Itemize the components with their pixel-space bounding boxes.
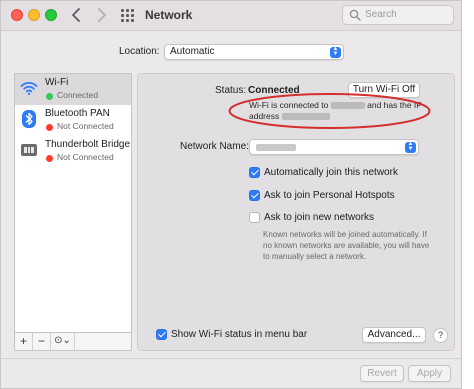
network-name-label: Network Name: [180,141,249,152]
status-dot-red [46,124,53,131]
location-popup[interactable]: Automatic ▲ ▼ [164,44,344,60]
location-label: Location: [119,46,160,57]
location-value: Automatic [170,46,215,57]
back-button[interactable] [67,5,87,25]
advanced-button[interactable]: Advanced... [362,327,426,343]
chevron-left-icon [72,8,80,22]
wifi-icon [20,82,38,95]
service-item-thunderbolt-bridge[interactable]: Thunderbolt Bridge Not Connected [15,136,131,167]
search-placeholder: Search [365,9,397,20]
service-status: Connected [57,90,99,100]
service-list-toolbar: + − ⊙⌄ [14,333,132,351]
bluetooth-icon [22,110,36,128]
window-title: Network [145,8,193,22]
remove-service-button[interactable]: − [33,333,51,350]
zoom-window-button[interactable] [45,9,57,21]
ask-hotspots-label: Ask to join Personal Hotspots [264,190,395,201]
show-all-grid-icon[interactable] [121,9,135,23]
known-networks-hint: Known networks will be joined automatica… [263,230,430,261]
service-list: Wi-Fi Connected Bluetooth PAN Not Connec… [14,73,132,333]
show-wifi-status-label: Show Wi-Fi status in menu bar [171,329,308,340]
service-name: Bluetooth PAN [45,108,110,119]
apply-button[interactable]: Apply [408,365,451,382]
status-dot-red [46,155,53,162]
service-item-wifi[interactable]: Wi-Fi Connected [15,74,131,105]
show-wifi-status-checkbox[interactable] [156,329,167,340]
search-icon [349,9,361,21]
service-name: Thunderbolt Bridge [45,139,131,150]
popup-stepper-icon: ▲ ▼ [330,46,341,58]
action-menu-button[interactable]: ⊙⌄ [51,333,75,350]
footer-divider [1,358,461,359]
title-bar: Network Search [1,1,461,31]
add-service-button[interactable]: + [15,333,33,350]
redacted-network-name [256,144,296,151]
search-field[interactable]: Search [342,5,454,25]
popup-stepper-icon: ▲ ▼ [405,141,416,153]
service-name: Wi-Fi [45,77,69,88]
service-status: Not Connected [57,121,114,131]
thunderbolt-bridge-icon [21,144,37,156]
annotation-ellipse [228,93,431,129]
chevron-right-icon [98,8,106,22]
forward-button[interactable] [91,5,111,25]
network-preferences-window: Network Search Location: Automatic ▲ ▼ Wi… [0,0,462,389]
revert-button[interactable]: Revert [360,365,404,382]
auto-join-checkbox[interactable] [249,167,260,178]
minimize-window-button[interactable] [28,9,40,21]
network-name-popup[interactable]: ▲ ▼ [249,139,419,155]
status-dot-green [46,93,53,100]
service-item-bluetooth-pan[interactable]: Bluetooth PAN Not Connected [15,105,131,136]
ask-new-networks-label: Ask to join new networks [264,212,375,223]
help-button[interactable]: ? [433,328,448,343]
service-status: Not Connected [57,152,114,162]
ask-new-networks-checkbox[interactable] [249,212,260,223]
ask-hotspots-checkbox[interactable] [249,190,260,201]
close-window-button[interactable] [11,9,23,21]
auto-join-label: Automatically join this network [264,167,398,178]
